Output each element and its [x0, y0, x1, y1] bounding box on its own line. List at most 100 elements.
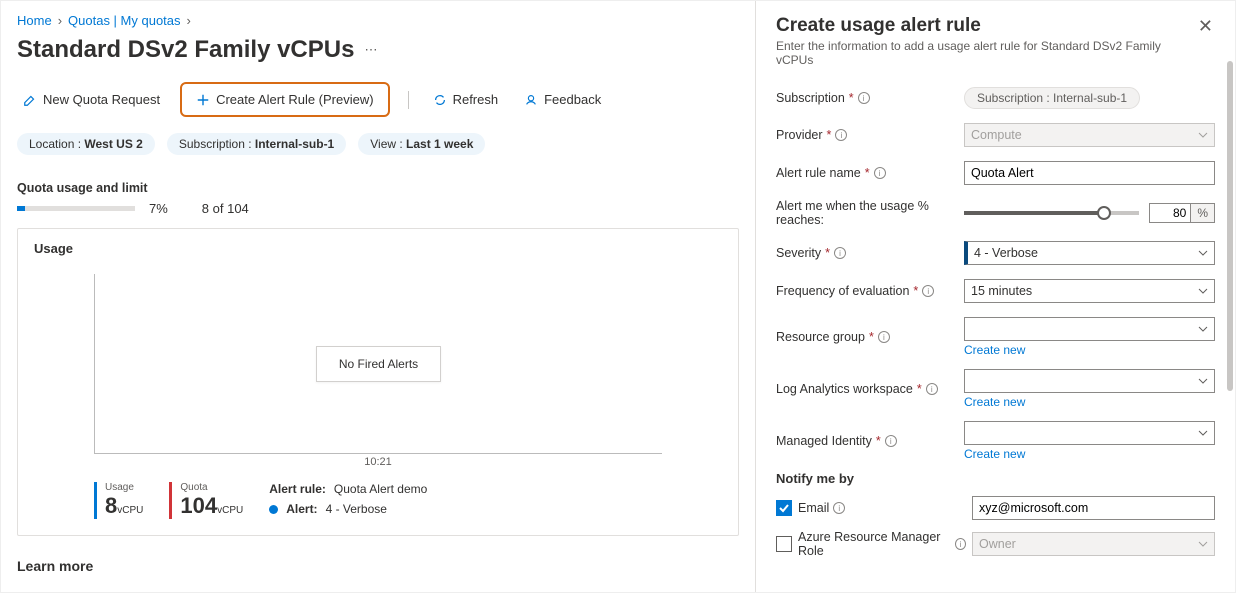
email-checkbox[interactable]	[776, 500, 792, 516]
usage-count: 8 of 104	[202, 201, 249, 216]
provider-label: Provider * i	[776, 128, 952, 142]
create-new-rg-link[interactable]: Create new	[964, 343, 1215, 357]
info-icon[interactable]: i	[874, 167, 886, 179]
usage-progress-bar	[17, 206, 135, 211]
feedback-icon	[524, 93, 538, 107]
create-new-law-link[interactable]: Create new	[964, 395, 1215, 409]
feedback-button[interactable]: Feedback	[518, 88, 607, 111]
resource-group-select[interactable]	[964, 317, 1215, 341]
resource-group-label: Resource group * i	[776, 330, 952, 344]
chevron-down-icon	[1198, 539, 1208, 549]
breadcrumb-home[interactable]: Home	[17, 13, 52, 28]
alert-rule-summary: Alert rule: Quota Alert demo Alert: 4 - …	[269, 482, 427, 516]
usage-stat: Usage 8vCPU	[94, 482, 143, 519]
pencil-icon	[23, 93, 37, 107]
quota-usage-title: Quota usage and limit	[17, 181, 739, 195]
breadcrumb-quotas[interactable]: Quotas | My quotas	[68, 13, 181, 28]
create-alert-label: Create Alert Rule (Preview)	[216, 92, 374, 107]
location-filter[interactable]: Location : West US 2	[17, 133, 155, 155]
toolbar: New Quota Request Create Alert Rule (Pre…	[17, 82, 739, 117]
chevron-right-icon: ›	[187, 13, 191, 28]
chart-x-label: 10:21	[34, 456, 722, 468]
create-new-mi-link[interactable]: Create new	[964, 447, 1215, 461]
close-panel-button[interactable]: ✕	[1196, 15, 1215, 37]
quota-stat-unit: vCPU	[217, 505, 243, 516]
subscription-filter[interactable]: Subscription : Internal-sub-1	[167, 133, 346, 155]
severity-select[interactable]: 4 - Verbose	[964, 241, 1215, 265]
severity-label: Severity * i	[776, 246, 952, 260]
usage-stat-value: 8	[105, 493, 117, 518]
check-icon	[778, 502, 790, 514]
chevron-down-icon	[1198, 428, 1208, 438]
quota-stat-label: Quota	[180, 482, 243, 493]
alert-rule-name-label: Alert rule name * i	[776, 166, 952, 180]
refresh-button[interactable]: Refresh	[427, 88, 505, 111]
alert-rule-value: Quota Alert demo	[334, 482, 427, 496]
frequency-select[interactable]: 15 minutes	[964, 279, 1215, 303]
email-input[interactable]	[972, 496, 1215, 520]
alert-rule-label: Alert rule:	[269, 482, 326, 496]
notify-section-title: Notify me by	[776, 471, 1215, 486]
usage-progress-fill	[17, 206, 25, 211]
usage-chart: No Fired Alerts	[94, 274, 662, 454]
chevron-down-icon	[1198, 130, 1208, 140]
severity-dot-icon	[269, 505, 278, 514]
arm-role-select[interactable]: Owner	[972, 532, 1215, 556]
chevron-down-icon	[1198, 376, 1208, 386]
usage-stat-unit: vCPU	[117, 505, 143, 516]
toolbar-separator	[408, 91, 409, 109]
create-alert-panel: Create usage alert rule Enter the inform…	[755, 1, 1235, 592]
threshold-value-input[interactable]	[1149, 203, 1191, 223]
arm-role-checkbox-label: Azure Resource Manager Role i	[798, 530, 966, 558]
chevron-down-icon	[1198, 324, 1208, 334]
chevron-down-icon	[1198, 248, 1208, 258]
info-icon[interactable]: i	[878, 331, 890, 343]
usage-percent: 7%	[149, 201, 168, 216]
info-icon[interactable]: i	[834, 247, 846, 259]
threshold-label: Alert me when the usage % reaches:	[776, 199, 952, 227]
law-select[interactable]	[964, 369, 1215, 393]
frequency-label: Frequency of evaluation * i	[776, 284, 952, 298]
new-quota-request-button[interactable]: New Quota Request	[17, 88, 166, 111]
info-icon[interactable]: i	[833, 502, 845, 514]
chevron-right-icon: ›	[58, 13, 62, 28]
law-label: Log Analytics workspace * i	[776, 382, 952, 396]
panel-scrollbar[interactable]	[1227, 61, 1233, 391]
refresh-label: Refresh	[453, 92, 499, 107]
usage-card-title: Usage	[34, 241, 722, 256]
page-title: Standard DSv2 Family vCPUs	[17, 36, 354, 64]
info-icon[interactable]: i	[926, 383, 938, 395]
arm-role-checkbox[interactable]	[776, 536, 792, 552]
panel-title: Create usage alert rule	[776, 15, 1196, 37]
info-icon[interactable]: i	[858, 92, 870, 104]
info-icon[interactable]: i	[835, 129, 847, 141]
info-icon[interactable]: i	[885, 435, 897, 447]
subscription-label: Subscription * i	[776, 91, 952, 105]
alert-label: Alert:	[286, 502, 317, 516]
usage-stat-label: Usage	[105, 482, 143, 493]
alert-value: 4 - Verbose	[326, 502, 387, 516]
usage-card: Usage No Fired Alerts 10:21 Usage 8vCPU …	[17, 228, 739, 536]
alert-rule-name-input[interactable]	[964, 161, 1215, 185]
quota-stat: Quota 104vCPU	[169, 482, 243, 519]
threshold-slider[interactable]	[964, 211, 1139, 215]
quota-stat-value: 104	[180, 493, 217, 518]
panel-subtitle: Enter the information to add a usage ale…	[776, 39, 1196, 67]
new-quota-label: New Quota Request	[43, 92, 160, 107]
chevron-down-icon	[1198, 286, 1208, 296]
slider-fill	[964, 211, 1104, 215]
no-fired-alerts-message: No Fired Alerts	[316, 346, 441, 382]
feedback-label: Feedback	[544, 92, 601, 107]
managed-identity-select[interactable]	[964, 421, 1215, 445]
more-actions-button[interactable]: ⋯	[364, 42, 379, 58]
provider-select: Compute	[964, 123, 1215, 147]
email-checkbox-label: Email i	[798, 501, 966, 515]
slider-thumb[interactable]	[1097, 206, 1111, 220]
view-filter[interactable]: View : Last 1 week	[358, 133, 485, 155]
subscription-value: Subscription : Internal-sub-1	[964, 87, 1140, 109]
info-icon[interactable]: i	[922, 285, 934, 297]
create-alert-rule-button[interactable]: Create Alert Rule (Preview)	[190, 88, 380, 111]
managed-identity-label: Managed Identity * i	[776, 434, 952, 448]
percent-label: %	[1191, 203, 1215, 223]
info-icon[interactable]: i	[955, 538, 966, 550]
